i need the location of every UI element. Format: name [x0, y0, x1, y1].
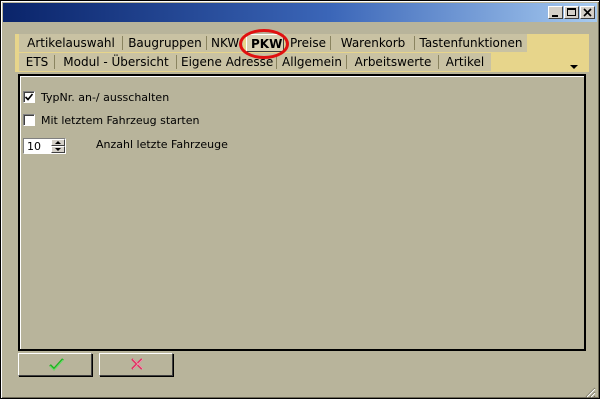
spinner-up-button[interactable] [51, 139, 65, 146]
tab-warenkorb[interactable]: Warenkorb [331, 34, 415, 52]
tab-baugruppen[interactable]: Baugruppen [123, 34, 207, 52]
anzahl-label: Anzahl letzte Fahrzeuge [96, 138, 228, 151]
close-x-icon [131, 358, 144, 370]
dialog-window: Artikelauswahl Baugruppen NKW PKW Preise… [0, 0, 600, 399]
checkmark-icon [49, 358, 64, 371]
maximize-button[interactable] [564, 6, 579, 19]
resize-grip-icon [585, 387, 596, 398]
minimize-button[interactable] [548, 6, 563, 19]
tab-ets[interactable]: ETS [19, 53, 55, 71]
arrow-up-icon [55, 141, 61, 144]
typnr-checkbox[interactable] [23, 91, 35, 103]
checkmark-icon [24, 93, 34, 101]
tab-strip: Artikelauswahl Baugruppen NKW PKW Preise… [15, 34, 589, 72]
close-button[interactable] [580, 6, 595, 19]
spinner-down-button[interactable] [51, 146, 65, 153]
title-bar[interactable] [3, 3, 597, 22]
cancel-button[interactable] [99, 353, 173, 376]
tab-label: Artikel [445, 55, 485, 69]
tab-scroll-button[interactable] [567, 58, 581, 70]
tab-artikelauswahl[interactable]: Artikelauswahl [19, 34, 123, 52]
anzahl-spinner[interactable]: 10 [23, 138, 66, 154]
tab-artikel[interactable]: Artikel [439, 53, 491, 71]
tab-preise[interactable]: Preise [285, 34, 331, 52]
chevron-down-icon [570, 65, 578, 69]
resize-grip[interactable] [584, 383, 596, 398]
tab-label: Baugruppen [128, 36, 202, 50]
tab-label: PKW [251, 37, 283, 51]
tab-label: Allgemein [282, 55, 342, 69]
tab-allgemein[interactable]: Allgemein [277, 53, 347, 71]
tab-tastenfunktionen[interactable]: Tastenfunktionen [415, 34, 527, 52]
anzahl-value[interactable]: 10 [27, 140, 41, 153]
tab-label: Artikelauswahl [27, 36, 115, 50]
close-icon [583, 8, 592, 17]
tab-label: Eigene Adresse [181, 55, 274, 69]
tab-arbeitswerte[interactable]: Arbeitswerte [347, 53, 439, 71]
tab-pkw[interactable]: PKW [246, 34, 284, 52]
tab-label: Arbeitswerte [354, 55, 432, 69]
tab-label: Tastenfunktionen [419, 36, 523, 50]
tab-label: ETS [25, 55, 49, 69]
tab-label: Modul - Übersicht [63, 55, 169, 69]
letzte-fahrzeug-checkbox[interactable] [23, 114, 35, 126]
tab-label: Warenkorb [340, 36, 406, 50]
tab-label: Preise [289, 36, 327, 50]
tab-modul-uebersicht[interactable]: Modul - Übersicht [55, 53, 177, 71]
ok-button[interactable] [18, 353, 92, 376]
typnr-label: TypNr. an-/ ausschalten [41, 91, 170, 104]
tab-nkw[interactable]: NKW [207, 34, 243, 52]
tab-label: NKW [211, 36, 240, 50]
arrow-down-icon [55, 148, 61, 151]
maximize-icon [567, 8, 576, 16]
letzte-fahrzeug-label: Mit letztem Fahrzeug starten [41, 114, 200, 127]
minimize-icon [552, 15, 558, 17]
tab-eigene-adresse[interactable]: Eigene Adresse [177, 53, 277, 71]
